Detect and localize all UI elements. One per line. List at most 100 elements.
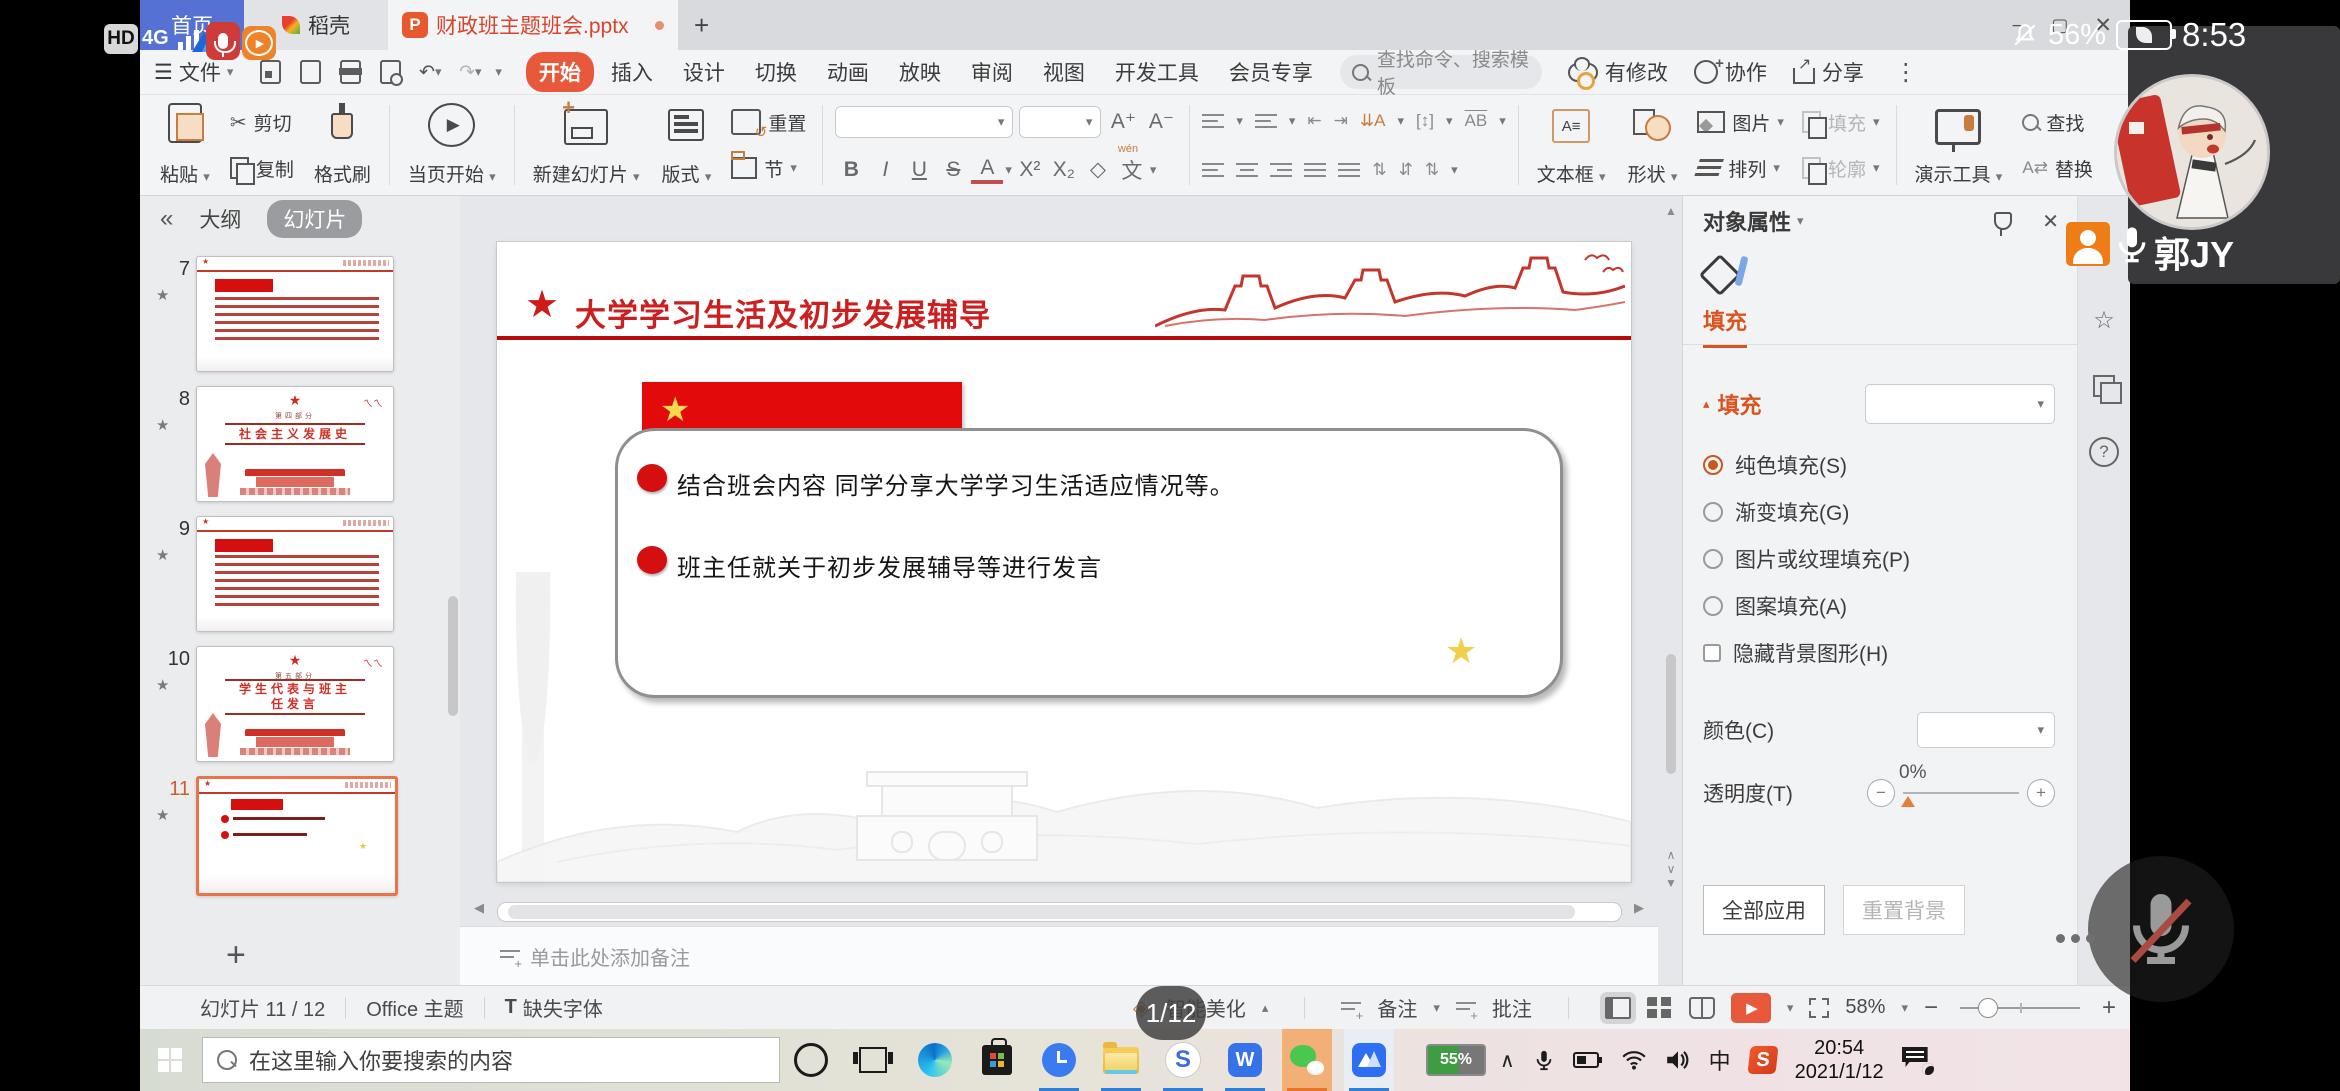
task-view-button[interactable] bbox=[848, 1029, 898, 1091]
phonetic-guide-button[interactable]: wén文 bbox=[1116, 155, 1148, 185]
new-slide-button[interactable]: 新建幻灯片 ▾ bbox=[527, 99, 646, 191]
distribute-icon[interactable] bbox=[1338, 162, 1360, 178]
scroll-right-icon[interactable]: ▶ bbox=[1634, 900, 1644, 916]
file-explorer-button[interactable] bbox=[1096, 1029, 1146, 1091]
notes-input[interactable]: 单击此处添加备注 bbox=[460, 926, 1658, 985]
increase-font-button[interactable]: A⁺ bbox=[1107, 109, 1139, 134]
new-tab-button[interactable]: + bbox=[678, 0, 725, 50]
cut-button[interactable]: ✂剪切 bbox=[226, 107, 298, 138]
battery-widget[interactable]: 55% bbox=[1426, 1044, 1486, 1076]
superscript-button[interactable]: X² bbox=[1014, 158, 1046, 182]
picture-button[interactable]: 图片 ▾ bbox=[1693, 107, 1788, 138]
notes-button[interactable]: 备注 bbox=[1377, 993, 1417, 1022]
collapse-panel-button[interactable]: « bbox=[160, 205, 173, 233]
fit-to-window-icon[interactable] bbox=[1809, 998, 1829, 1018]
outline-button[interactable]: 轮廓 ▾ bbox=[1798, 153, 1884, 184]
meeting-button[interactable] bbox=[1344, 1029, 1394, 1091]
chevron-down-icon[interactable]: ▾ bbox=[1797, 213, 1804, 229]
bullets-icon[interactable] bbox=[1202, 113, 1224, 129]
bullet-text-1[interactable]: 结合班会内容 同学分享大学学习生活适应情况等。 bbox=[677, 466, 1235, 501]
fill-button[interactable]: 填充 ▾ bbox=[1798, 107, 1884, 138]
notification-center-icon[interactable] bbox=[1902, 1047, 1932, 1073]
indent-icon[interactable]: ⇥ bbox=[1334, 111, 1348, 131]
align-center-icon[interactable] bbox=[1236, 162, 1258, 178]
tray-expand-icon[interactable]: ∧ bbox=[1500, 1048, 1515, 1073]
vertical-scroll-thumb[interactable] bbox=[1666, 654, 1676, 774]
pattern-fill-radio[interactable]: 图案填充(A) bbox=[1703, 591, 2077, 621]
ribbon-tab-animation[interactable]: 动画 bbox=[814, 52, 882, 92]
normal-view-button[interactable] bbox=[1605, 997, 1631, 1019]
align-text-icon[interactable]: [↕] bbox=[1416, 111, 1434, 131]
comments-button[interactable]: 批注 bbox=[1492, 993, 1532, 1022]
tray-clock[interactable]: 20:54 2021/1/12 bbox=[1795, 1036, 1884, 1084]
add-slide-button[interactable]: + bbox=[226, 936, 246, 975]
copy-button[interactable]: 复制 bbox=[226, 153, 298, 184]
save-button[interactable] bbox=[255, 59, 285, 85]
ribbon-tab-view[interactable]: 视图 bbox=[1030, 52, 1098, 92]
transparency-increase-button[interactable]: + bbox=[2027, 779, 2055, 807]
slides-tab[interactable]: 幻灯片 bbox=[267, 200, 362, 238]
align-left-icon[interactable] bbox=[1202, 162, 1224, 178]
mute-microphone-button[interactable] bbox=[2088, 856, 2234, 1002]
zoom-in-button[interactable]: + bbox=[2102, 994, 2116, 1022]
thumbnail-scrollbar[interactable] bbox=[448, 596, 458, 716]
ribbon-tab-transition[interactable]: 切换 bbox=[742, 52, 810, 92]
ribbon-tab-member[interactable]: 会员专享 bbox=[1216, 52, 1326, 92]
more-options-dots-icon[interactable] bbox=[2056, 934, 2095, 943]
video-app-float-icon[interactable]: ▶ bbox=[242, 26, 276, 60]
font-color-button[interactable]: A bbox=[971, 156, 1003, 184]
share-button[interactable]: 分享 bbox=[1793, 57, 1864, 87]
tray-wifi-icon[interactable] bbox=[1621, 1049, 1647, 1071]
command-search-input[interactable]: 查找命令、搜索模板 bbox=[1340, 55, 1542, 89]
section-button[interactable]: 节 ▾ bbox=[727, 153, 810, 184]
export-button[interactable] bbox=[295, 59, 325, 85]
tray-battery-icon[interactable] bbox=[1573, 1050, 1603, 1070]
hide-background-checkbox[interactable]: 隐藏背景图形(H) bbox=[1703, 638, 2077, 668]
slideshow-play-button[interactable]: ▶ bbox=[1731, 993, 1771, 1023]
justify-icon[interactable] bbox=[1304, 162, 1326, 178]
reset-background-button[interactable]: 重置背景 bbox=[1843, 885, 1965, 935]
clock-app-button[interactable] bbox=[1034, 1029, 1084, 1091]
zoom-percentage[interactable]: 58% bbox=[1845, 996, 1885, 1019]
help-icon[interactable]: ? bbox=[2089, 437, 2119, 467]
next-slide-button[interactable]: ∨ bbox=[1667, 863, 1676, 875]
gradient-fill-radio[interactable]: 渐变填充(G) bbox=[1703, 497, 2077, 527]
print-button[interactable] bbox=[335, 59, 365, 85]
solid-fill-radio[interactable]: 纯色填充(S) bbox=[1703, 450, 2077, 480]
reset-button[interactable]: 重置 bbox=[727, 107, 810, 138]
previous-slide-button[interactable]: ∧ bbox=[1667, 849, 1676, 861]
ribbon-tab-slideshow[interactable]: 放映 bbox=[886, 52, 954, 92]
clear-format-button[interactable]: ◇ bbox=[1082, 157, 1114, 182]
store-button[interactable] bbox=[972, 1029, 1022, 1091]
start-button[interactable] bbox=[158, 1048, 182, 1072]
zoom-slider[interactable] bbox=[1960, 1007, 2080, 1009]
tray-mic-icon[interactable] bbox=[1533, 1046, 1555, 1074]
reading-view-button[interactable] bbox=[1689, 997, 1715, 1019]
fill-tab[interactable]: 填充 bbox=[1703, 304, 1747, 348]
paste-button[interactable]: 粘贴 ▾ bbox=[154, 99, 216, 191]
paragraph-spacing-icon[interactable]: ⇵ bbox=[1399, 160, 1413, 180]
wechat-button-active[interactable] bbox=[1282, 1029, 1332, 1091]
slide-thumbnail-10[interactable]: 10 ★ ★ ㄟㄟ 第五部分 学生代表与班主任发言 bbox=[196, 646, 450, 762]
font-family-select[interactable]: ▾ bbox=[835, 106, 1013, 138]
underline-button[interactable]: U bbox=[903, 158, 935, 182]
color-select[interactable]: ▾ bbox=[1917, 712, 2055, 748]
wps-button[interactable]: W bbox=[1220, 1029, 1270, 1091]
char-spacing-icon[interactable]: AB bbox=[1465, 111, 1488, 131]
slide-thumbnail-8[interactable]: 8 ★ ★ ㄟㄟ 第四部分 社会主义发展史 bbox=[196, 386, 450, 502]
strikethrough-button[interactable]: S bbox=[937, 158, 969, 182]
slide-canvas[interactable]: ★ 大学学习生活及初步发展辅导 ★ 结合班会内容 同学分享大学学习生活适应情况等… bbox=[497, 242, 1631, 882]
zoom-slider-knob[interactable] bbox=[1978, 998, 1998, 1018]
ime-indicator[interactable]: 中 bbox=[1709, 1044, 1731, 1076]
collapse-section-icon[interactable]: ▴ bbox=[1703, 396, 1710, 412]
line-spacing-icon[interactable]: ⇅ bbox=[1372, 160, 1386, 180]
collaborate-button[interactable]: 协作 bbox=[1694, 57, 1767, 87]
panels-icon[interactable] bbox=[2093, 375, 2115, 397]
tab-document-active[interactable]: P 财政班主题班会.pptx bbox=[388, 0, 678, 50]
presentation-tools-button[interactable]: 演示工具 ▾ bbox=[1909, 99, 2009, 191]
scroll-up-icon[interactable]: ▲ bbox=[1665, 204, 1677, 218]
ribbon-tab-design[interactable]: 设计 bbox=[670, 52, 738, 92]
ribbon-tab-review[interactable]: 审阅 bbox=[958, 52, 1026, 92]
taskbar-search-input[interactable]: 在这里输入你要搜索的内容 bbox=[202, 1037, 780, 1083]
ribbon-tab-home[interactable]: 开始 bbox=[526, 52, 594, 92]
